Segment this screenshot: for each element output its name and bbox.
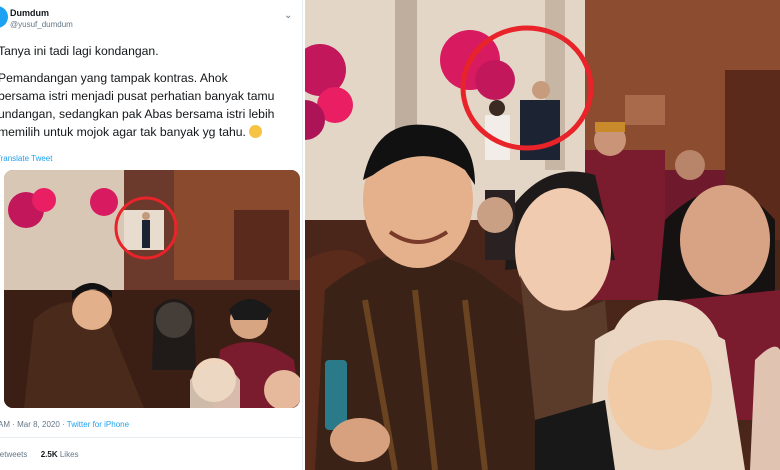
tweet-text-line: memilih untuk mojok agar tak banyak yg t… [0, 123, 296, 141]
tweet-timestamp[interactable]: AM · Mar 8, 2020 [0, 420, 60, 429]
tweet-text-line: undangan, sedangkan pak Abas bersama ist… [0, 107, 275, 121]
enlarged-photo-image [305, 0, 780, 470]
tweet-user-handle[interactable]: @yusuf_dumdum [10, 20, 73, 29]
likes-count[interactable]: 2.5K [41, 450, 58, 459]
translate-tweet-link[interactable]: Translate Tweet [0, 154, 52, 163]
twitter-avatar-icon[interactable] [0, 6, 8, 28]
tweet-card: Dumdum @yusuf_dumdum ⌄ Tanya ini tadi la… [0, 0, 303, 470]
tweet-text-line: Pemandangan yang tampak kontras. Ahok [0, 71, 228, 85]
likes-label[interactable]: Likes [60, 450, 79, 459]
enlarged-photo [305, 0, 780, 470]
tweet-photo[interactable] [4, 170, 300, 408]
chevron-down-icon[interactable]: ⌄ [284, 10, 292, 21]
tweet-stats: Retweets 2.5K Likes [0, 450, 79, 459]
tweet-meta: AM · Mar 8, 2020 · Twitter for iPhone [0, 420, 130, 429]
tweet-text-line: bersama istri menjadi pusat perhatian ba… [0, 89, 275, 103]
tweet-photo-image [4, 170, 300, 408]
tweet-user-name[interactable]: Dumdum [10, 8, 49, 18]
tweet-text-line: Tanya ini tadi lagi kondangan. [0, 44, 159, 58]
tweet-text: Tanya ini tadi lagi kondangan. Pemandang… [0, 42, 296, 141]
tweet-header: Dumdum @yusuf_dumdum ⌄ [0, 4, 302, 38]
retweets-label[interactable]: Retweets [0, 450, 27, 459]
divider [0, 437, 302, 438]
tweet-source[interactable]: Twitter for iPhone [67, 420, 129, 429]
smile-emoji-icon [248, 125, 262, 138]
